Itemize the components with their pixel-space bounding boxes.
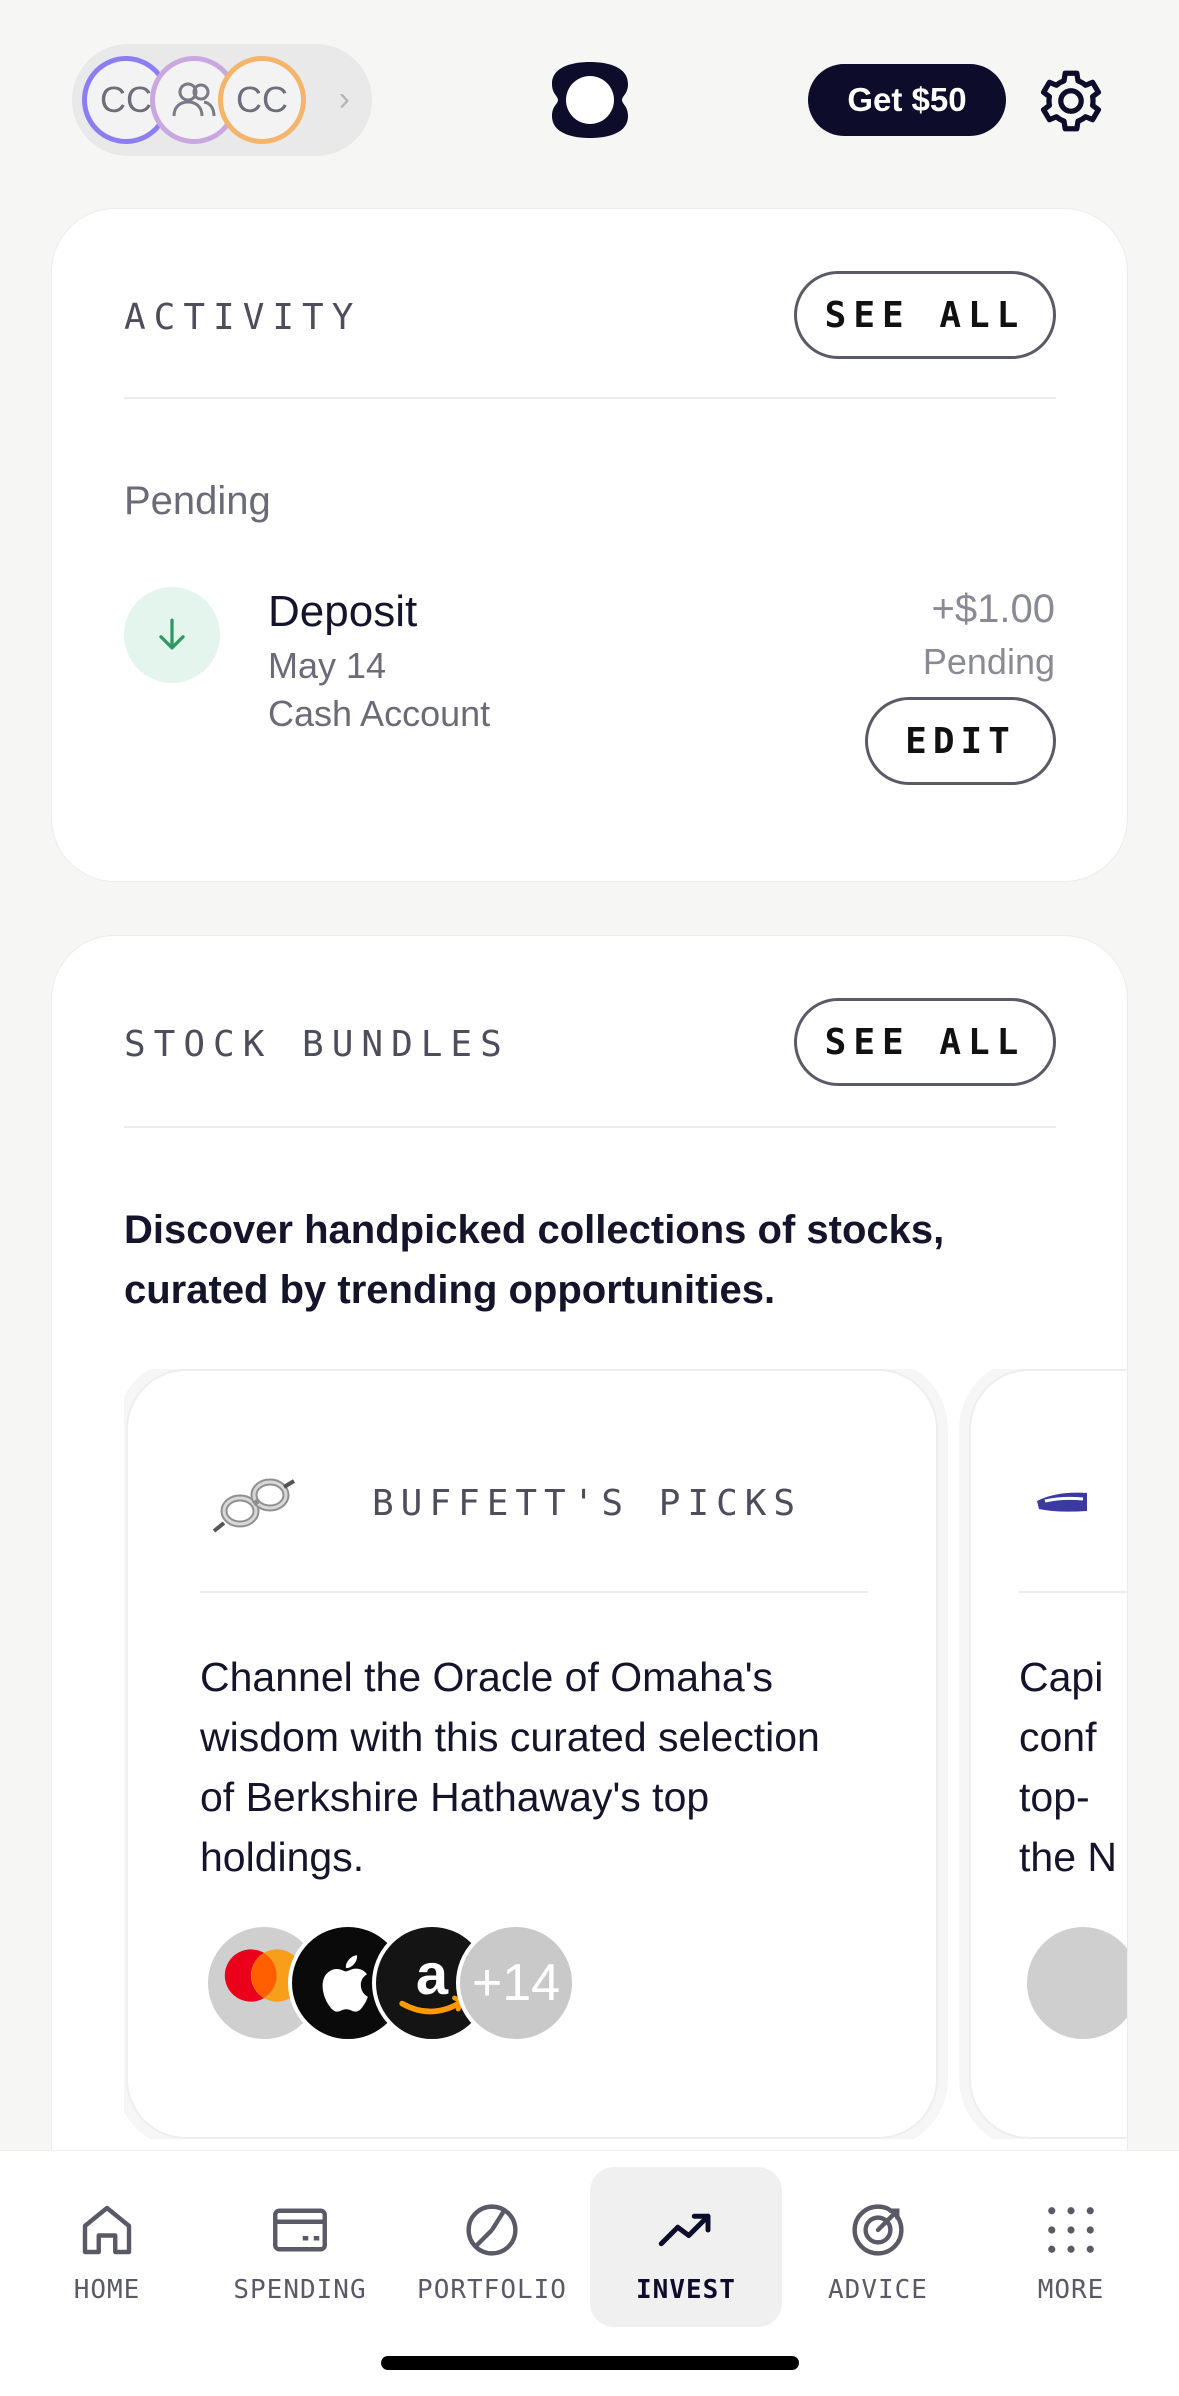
bundle-name: BUFFETT'S PICKS [372,1483,803,1524]
top-bar: CC CC › Get $50 [0,0,1179,200]
nav-portfolio[interactable]: PORTFOLIO [396,2167,588,2327]
referral-button[interactable]: Get $50 [808,64,1006,136]
bundle-description: Capi conf top- the N [1019,1654,1117,1880]
account-avatar: CC [218,56,306,144]
nav-home[interactable]: HOME [11,2167,203,2327]
deposit-arrow-icon [124,587,220,683]
trending-up-icon [658,2213,711,2247]
glasses-icon [212,1478,296,1533]
bundle-carousel[interactable]: BUFFETT'S PICKS Channel the Oracle of Om… [124,1369,1127,2139]
bundle-icon [1037,1492,1087,1512]
arrow-down-icon [159,618,185,650]
divider [124,1126,1056,1128]
nav-advice[interactable]: ADVICE [782,2167,974,2327]
stock-bundles-title: STOCK BUNDLES [124,1024,510,1065]
divider [1019,1591,1127,1593]
gear-icon[interactable] [1036,66,1106,136]
home-icon [82,2205,132,2255]
bundle-card-buffetts-picks[interactable]: BUFFETT'S PICKS Channel the Oracle of Om… [126,1369,938,2139]
nav-spending[interactable]: SPENDING [204,2167,396,2327]
edit-transaction-button[interactable]: EDIT [865,697,1056,785]
bundle-holdings-logos: a +14 [204,1923,604,2047]
pending-heading: Pending [124,479,271,523]
account-switcher[interactable]: CC CC › [72,44,372,156]
grid-dots-icon [1048,2207,1094,2253]
stock-bundles-card: STOCK BUNDLES SEE ALL Discover handpicke… [51,935,1128,2235]
activity-title: ACTIVITY [124,297,362,338]
divider [124,397,1056,399]
activity-see-all-button[interactable]: SEE ALL [794,271,1056,359]
bundle-description: Channel the Oracle of Omaha's wisdom wit… [200,1654,820,1880]
bundles-see-all-button[interactable]: SEE ALL [794,998,1056,1086]
home-indicator[interactable] [381,2356,799,2370]
activity-card: ACTIVITY SEE ALL Pending Deposit May 14 … [51,208,1128,882]
card-icon [273,2208,327,2252]
transaction-status: Pending [922,641,1055,682]
chevron-right-icon: › [338,80,350,118]
app-logo-icon[interactable] [548,58,632,142]
nav-more[interactable]: MORE [975,2167,1167,2327]
nav-invest[interactable]: INVEST [590,2167,782,2327]
bundle-card-next[interactable]: Capi conf top- the N [969,1369,1127,2139]
transaction-account: Cash Account [268,693,491,734]
bundles-description: Discover handpicked collections of stock… [124,1208,945,1312]
transaction-date: May 14 [268,645,387,686]
transaction-title[interactable]: Deposit [268,587,417,637]
target-icon [852,2204,904,2256]
divider [200,1591,868,1593]
people-icon [172,82,216,117]
pie-chart-icon [466,2204,518,2256]
svg-text:a: a [416,1943,449,2007]
holding-logo-icon [1023,1923,1127,2043]
more-holdings-count: +14 [456,1923,576,2043]
transaction-amount: +$1.00 [931,587,1055,631]
